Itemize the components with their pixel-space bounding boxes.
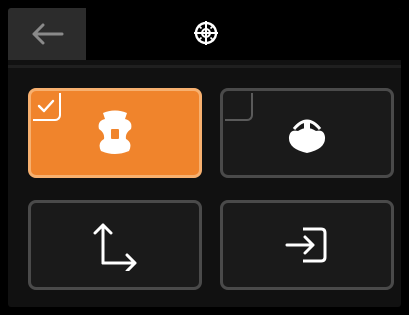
selected-checkbox xyxy=(33,93,61,121)
unselected-checkbox xyxy=(225,93,253,121)
enter-import-tile[interactable] xyxy=(220,200,394,290)
header-bar xyxy=(8,8,401,60)
print-head-side-tile[interactable] xyxy=(220,88,394,178)
axes-move-icon xyxy=(93,223,137,271)
header-divider xyxy=(8,65,401,68)
enter-import-icon xyxy=(285,227,327,263)
print-head-front-tile[interactable] xyxy=(28,88,202,178)
axes-move-tile[interactable] xyxy=(28,200,202,290)
crosshair-globe-icon xyxy=(194,21,218,45)
print-head-front-icon xyxy=(98,110,132,154)
screen xyxy=(8,8,401,307)
print-head-side-icon xyxy=(288,119,326,153)
back-button[interactable] xyxy=(8,8,86,60)
arrow-left-icon xyxy=(32,23,64,45)
check-icon xyxy=(37,99,55,113)
